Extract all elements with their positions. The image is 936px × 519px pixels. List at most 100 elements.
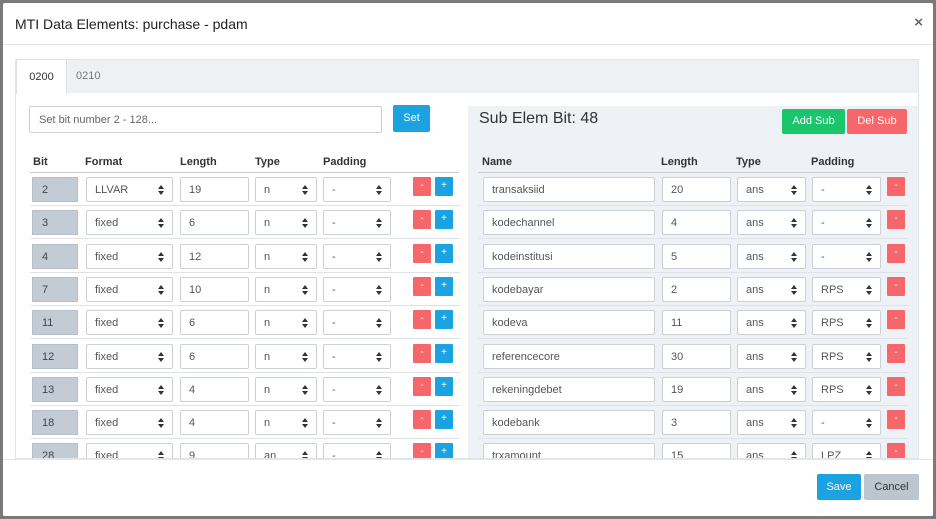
padding-select[interactable]: - — [323, 210, 391, 236]
sub-length-input[interactable]: 11 — [662, 310, 731, 336]
padding-select[interactable]: - — [323, 310, 391, 336]
length-input[interactable]: 9 — [180, 443, 249, 458]
format-select[interactable]: fixed — [86, 410, 173, 436]
add-sub-element-button[interactable]: + — [435, 243, 453, 263]
sub-name-input[interactable]: transaksiid — [483, 177, 655, 202]
sub-padding-select[interactable]: - — [812, 243, 881, 269]
format-select[interactable]: fixed — [86, 210, 173, 236]
sub-length-input[interactable]: 30 — [662, 343, 731, 369]
add-sub-element-button[interactable]: + — [435, 310, 453, 330]
sub-type-select[interactable]: ans — [737, 177, 806, 202]
add-sub-element-button[interactable]: + — [435, 376, 453, 396]
remove-bit-button[interactable]: - — [413, 410, 431, 430]
remove-bit-button[interactable]: - — [413, 343, 431, 363]
remove-bit-button[interactable]: - — [413, 276, 431, 296]
type-select[interactable]: n — [255, 210, 317, 236]
sub-length-input[interactable]: 20 — [662, 177, 731, 202]
length-input[interactable]: 6 — [180, 343, 249, 369]
sub-padding-select[interactable]: RPS — [812, 343, 881, 369]
close-icon[interactable]: × — [914, 14, 923, 31]
type-select[interactable]: n — [255, 376, 317, 402]
remove-bit-button[interactable]: - — [413, 376, 431, 396]
padding-select[interactable]: - — [323, 276, 391, 302]
add-sub-element-button[interactable]: + — [435, 343, 453, 363]
sub-type-select[interactable]: ans — [737, 310, 806, 336]
sub-padding-select[interactable]: RPS — [812, 276, 881, 302]
add-sub-button[interactable]: Add Sub — [782, 109, 845, 134]
sub-name-input[interactable]: referencecore — [483, 343, 655, 369]
format-select[interactable]: fixed — [86, 443, 173, 458]
sub-padding-select[interactable]: RPS — [812, 376, 881, 402]
format-select[interactable]: fixed — [86, 276, 173, 302]
add-sub-element-button[interactable]: + — [435, 410, 453, 430]
sub-name-input[interactable]: kodebank — [483, 410, 655, 436]
type-select[interactable]: an — [255, 443, 317, 458]
format-select[interactable]: fixed — [86, 310, 173, 336]
sub-length-input[interactable]: 19 — [662, 376, 731, 402]
sub-length-input[interactable]: 5 — [662, 243, 731, 269]
remove-sub-button[interactable]: - — [887, 410, 905, 430]
remove-sub-button[interactable]: - — [887, 243, 905, 263]
sub-type-select[interactable]: ans — [737, 410, 806, 436]
sub-name-input[interactable]: kodeva — [483, 310, 655, 336]
type-select[interactable]: n — [255, 243, 317, 269]
type-select[interactable]: n — [255, 177, 317, 202]
save-button[interactable]: Save — [817, 474, 861, 500]
add-sub-element-button[interactable]: + — [435, 210, 453, 230]
type-select[interactable]: n — [255, 410, 317, 436]
sub-padding-select[interactable]: - — [812, 177, 881, 202]
sub-length-input[interactable]: 2 — [662, 276, 731, 302]
padding-select[interactable]: - — [323, 243, 391, 269]
sub-padding-select[interactable]: - — [812, 410, 881, 436]
sub-type-select[interactable]: ans — [737, 376, 806, 402]
remove-sub-button[interactable]: - — [887, 443, 905, 458]
sub-length-input[interactable]: 3 — [662, 410, 731, 436]
bit-number-input[interactable] — [29, 106, 382, 133]
add-sub-element-button[interactable]: + — [435, 443, 453, 458]
sub-type-select[interactable]: ans — [737, 243, 806, 269]
length-input[interactable]: 10 — [180, 276, 249, 302]
remove-sub-button[interactable]: - — [887, 343, 905, 363]
length-input[interactable]: 6 — [180, 210, 249, 236]
format-select[interactable]: fixed — [86, 243, 173, 269]
length-input[interactable]: 19 — [180, 177, 249, 202]
format-select[interactable]: fixed — [86, 343, 173, 369]
format-select[interactable]: fixed — [86, 376, 173, 402]
sub-type-select[interactable]: ans — [737, 443, 806, 458]
remove-sub-button[interactable]: - — [887, 177, 905, 196]
sub-padding-select[interactable]: RPS — [812, 310, 881, 336]
sub-length-input[interactable]: 4 — [662, 210, 731, 236]
length-input[interactable]: 12 — [180, 243, 249, 269]
remove-bit-button[interactable]: - — [413, 443, 431, 458]
padding-select[interactable]: - — [323, 410, 391, 436]
sub-type-select[interactable]: ans — [737, 343, 806, 369]
remove-sub-button[interactable]: - — [887, 210, 905, 230]
sub-type-select[interactable]: ans — [737, 210, 806, 236]
sub-name-input[interactable]: kodeinstitusi — [483, 243, 655, 269]
sub-name-input[interactable]: trxamount — [483, 443, 655, 458]
tab-0200[interactable]: 0200 — [16, 59, 67, 94]
sub-name-input[interactable]: kodechannel — [483, 210, 655, 236]
sub-type-select[interactable]: ans — [737, 276, 806, 302]
padding-select[interactable]: - — [323, 376, 391, 402]
tab-0210[interactable]: 0210 — [76, 59, 100, 94]
remove-bit-button[interactable]: - — [413, 210, 431, 230]
sub-padding-select[interactable]: LPZ — [812, 443, 881, 458]
format-select[interactable]: LLVAR — [86, 177, 173, 202]
remove-bit-button[interactable]: - — [413, 310, 431, 330]
add-sub-element-button[interactable]: + — [435, 177, 453, 196]
length-input[interactable]: 4 — [180, 410, 249, 436]
type-select[interactable]: n — [255, 310, 317, 336]
sub-name-input[interactable]: kodebayar — [483, 276, 655, 302]
cancel-button[interactable]: Cancel — [864, 474, 919, 500]
remove-sub-button[interactable]: - — [887, 310, 905, 330]
type-select[interactable]: n — [255, 276, 317, 302]
length-input[interactable]: 4 — [180, 376, 249, 402]
del-sub-button[interactable]: Del Sub — [847, 109, 907, 134]
add-sub-element-button[interactable]: + — [435, 276, 453, 296]
remove-bit-button[interactable]: - — [413, 243, 431, 263]
remove-bit-button[interactable]: - — [413, 177, 431, 196]
set-button[interactable]: Set — [393, 105, 430, 132]
sub-padding-select[interactable]: - — [812, 210, 881, 236]
type-select[interactable]: n — [255, 343, 317, 369]
